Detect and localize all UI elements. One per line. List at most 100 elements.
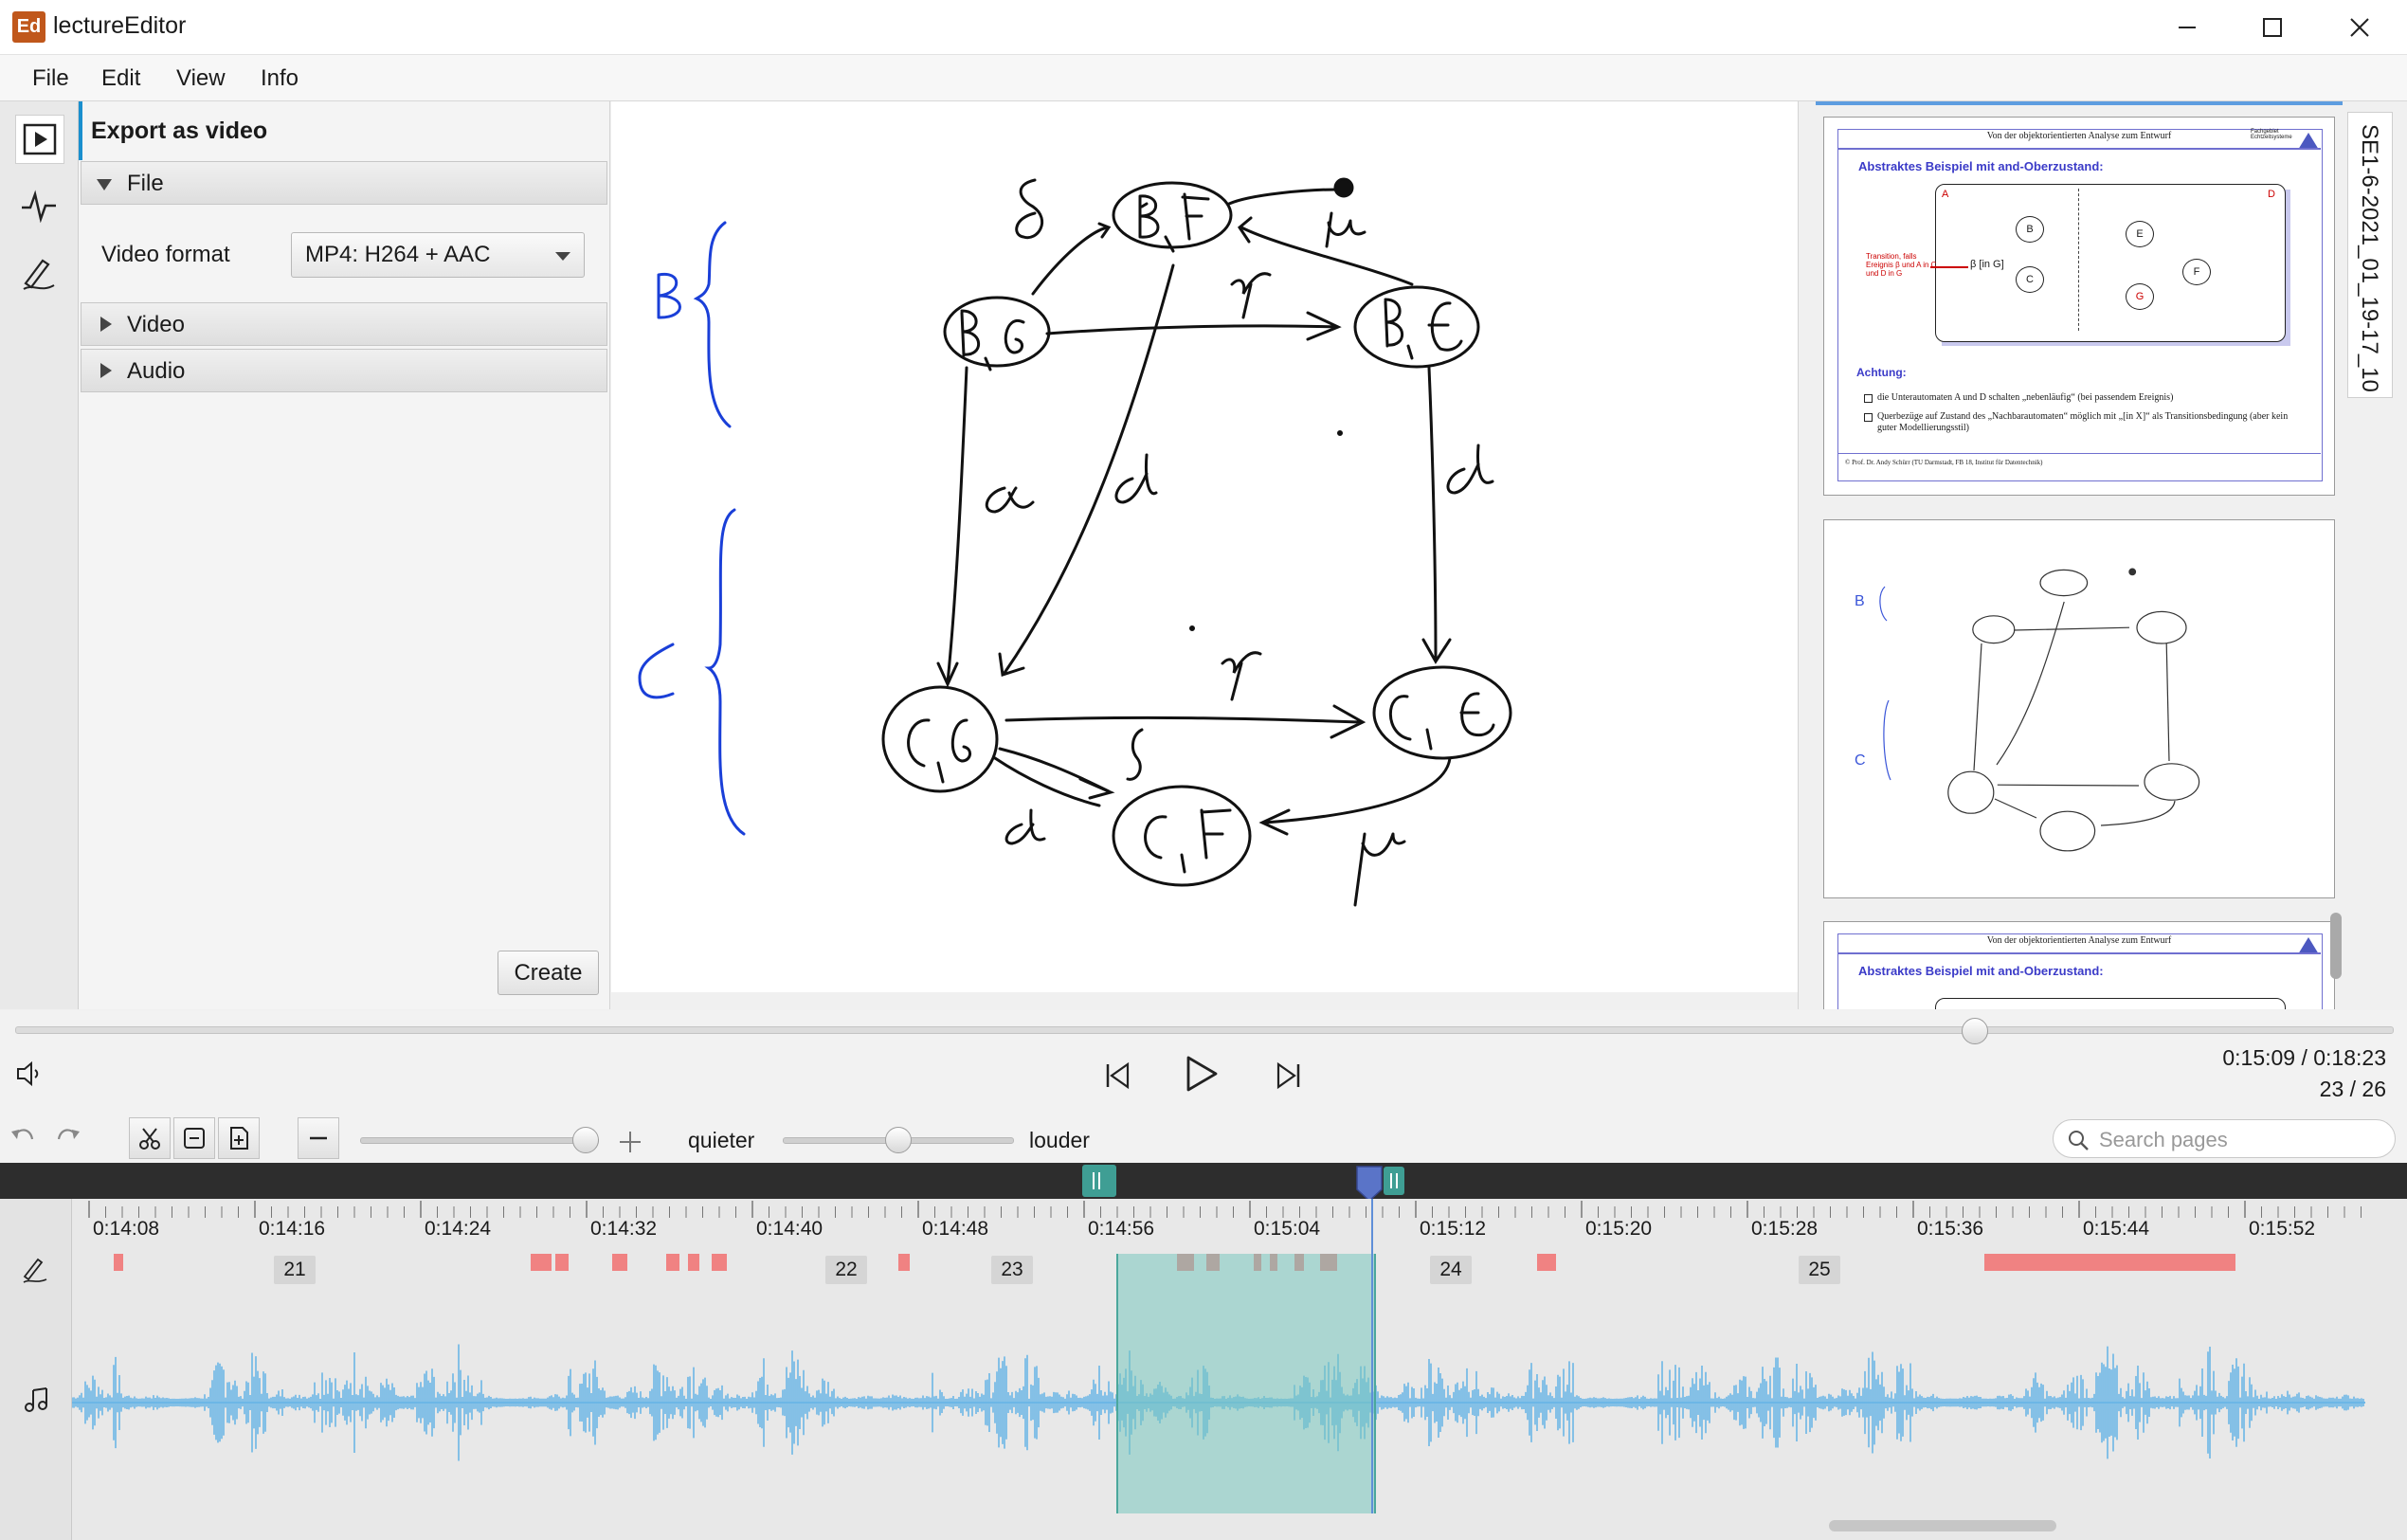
handwritten-diagram: [638, 177, 1512, 907]
ruler-tick-label: 0:14:48: [922, 1218, 989, 1240]
state-e: E: [2126, 221, 2154, 247]
svg-text:C: C: [1855, 752, 1866, 769]
ruler-tick-label: 0:15:20: [1585, 1218, 1653, 1240]
selection-start-marker[interactable]: [1082, 1165, 1116, 1197]
video-format-select[interactable]: MP4: H264 + AAC: [291, 232, 585, 278]
section-file-label: File: [127, 171, 164, 196]
page-marker[interactable]: 23: [991, 1256, 1033, 1284]
app-logo-icon: Ed: [12, 11, 45, 43]
timeline-scrollbar[interactable]: [1829, 1520, 2056, 1531]
chevron-down-icon: [555, 252, 570, 261]
annotation-event[interactable]: [1984, 1254, 2235, 1271]
tool-sidebar: [0, 101, 79, 1009]
menu-file[interactable]: File: [32, 65, 69, 92]
zoom-slider-thumb[interactable]: [572, 1127, 599, 1153]
create-button[interactable]: Create: [498, 951, 599, 995]
collapse-icon: [97, 179, 112, 190]
annotation-event[interactable]: [114, 1254, 123, 1271]
selected-region[interactable]: [1116, 1254, 1376, 1513]
region-d-label: D: [2268, 189, 2275, 200]
search-pages-input[interactable]: Search pages: [2053, 1119, 2396, 1158]
annotation-event[interactable]: [555, 1254, 569, 1271]
delete-selection-icon: [184, 1128, 205, 1149]
ruler-tick-label: 0:14:08: [93, 1218, 160, 1240]
cut-button[interactable]: [129, 1117, 171, 1159]
minimize-button[interactable]: [2145, 0, 2230, 54]
zoom-out-button[interactable]: [298, 1117, 339, 1159]
section-file-header[interactable]: File: [81, 161, 607, 205]
audio-tab[interactable]: [15, 182, 63, 229]
annotation-event[interactable]: [898, 1254, 910, 1271]
pen-track-icon: [23, 1258, 47, 1283]
volume-slider-thumb[interactable]: [885, 1127, 912, 1153]
track-headers: [0, 1199, 72, 1540]
annotation-event[interactable]: [531, 1254, 552, 1271]
handwritten-diagram-thumbnail: B C: [1855, 568, 2200, 852]
slide-logo-text: Fachgebiet Echtzeitsysteme: [2251, 129, 2292, 140]
time-display: 0:15:09 / 0:18:23: [2222, 1045, 2386, 1070]
search-icon: [2069, 1131, 2089, 1150]
pen-annotation-icon: [23, 259, 55, 290]
next-page-button[interactable]: [1275, 1061, 1303, 1095]
page-marker[interactable]: 21: [274, 1256, 316, 1284]
zoom-in-button[interactable]: [616, 1128, 644, 1161]
export-video-tab[interactable]: [15, 115, 64, 164]
slide-canvas[interactable]: [611, 101, 1798, 992]
annotation-event[interactable]: [1537, 1254, 1556, 1271]
playhead-marker[interactable]: [1355, 1165, 1384, 1203]
close-icon: [2350, 17, 2369, 37]
redo-button[interactable]: [53, 1118, 83, 1161]
cut-icon: [139, 1128, 160, 1150]
export-panel-title: Export as video: [91, 118, 268, 144]
menu-info[interactable]: Info: [261, 65, 299, 92]
delete-selection-button[interactable]: [173, 1117, 215, 1159]
quieter-label: quieter: [688, 1128, 755, 1152]
close-button[interactable]: [2317, 0, 2402, 54]
ruler-tick-label: 0:15:36: [1917, 1218, 1984, 1240]
window-title: lectureEditor: [53, 12, 187, 39]
bullet-1: die Unterautomaten A und D schalten „neb…: [1877, 392, 2174, 403]
page-marker[interactable]: 24: [1430, 1256, 1472, 1284]
undo-icon: [11, 1129, 34, 1140]
slide-header: Von der objektorientierten Analyse zum E…: [1986, 131, 2172, 141]
section-audio-header[interactable]: Audio: [81, 349, 607, 392]
playhead-line: [1371, 1199, 1373, 1513]
page-marker[interactable]: 22: [825, 1256, 867, 1284]
state-g: G: [2126, 283, 2154, 310]
previous-page-button[interactable]: [1103, 1061, 1131, 1095]
ruler-tick-label: 0:14:16: [259, 1218, 326, 1240]
seek-slider-thumb[interactable]: [1961, 1018, 1988, 1044]
music-note-icon: [25, 1387, 47, 1412]
marker-grip-icon: [1093, 1172, 1100, 1189]
zoom-slider[interactable]: [360, 1137, 599, 1144]
play-button[interactable]: [1185, 1055, 1219, 1097]
annotation-event[interactable]: [666, 1254, 679, 1271]
maximize-button[interactable]: [2230, 0, 2315, 54]
page-thumbnail[interactable]: Von der objektorientierten Analyse zum E…: [1823, 117, 2335, 496]
selection-end-marker[interactable]: [1384, 1167, 1404, 1195]
ruler-tick-label: 0:15:28: [1751, 1218, 1819, 1240]
annotation-event[interactable]: [688, 1254, 699, 1271]
undo-button[interactable]: [8, 1118, 38, 1161]
page-thumbnail[interactable]: B C: [1823, 519, 2335, 898]
section-video-header[interactable]: Video: [81, 302, 607, 346]
menu-view[interactable]: View: [176, 65, 226, 92]
minimize-icon: [2179, 26, 2196, 28]
annotation-event[interactable]: [612, 1254, 627, 1271]
volume-button[interactable]: [15, 1060, 44, 1093]
annotation-tab[interactable]: [15, 250, 63, 298]
page-thumbnail[interactable]: Von der objektorientierten Analyse zum E…: [1823, 921, 2335, 1009]
volume-icon: [17, 1060, 39, 1087]
page-marker[interactable]: 25: [1799, 1256, 1840, 1284]
menu-edit[interactable]: Edit: [101, 65, 140, 92]
thumbnail-scrollbar[interactable]: [2330, 913, 2342, 979]
slide-footer: © Prof. Dr. Andy Schürr (TU Darmstadt, F…: [1845, 459, 2043, 466]
document-tab[interactable]: SE1-6-2021_01_19-17_10: [2347, 112, 2393, 398]
annotation-event[interactable]: [712, 1254, 727, 1271]
marker-grip-icon: [1390, 1173, 1398, 1188]
seek-slider[interactable]: [15, 1026, 2394, 1034]
insert-page-button[interactable]: [218, 1117, 260, 1159]
marker-bar: [0, 1163, 2407, 1199]
svg-text:B: B: [1855, 593, 1865, 609]
document-tab-label: SE1-6-2021_01_19-17_10: [2357, 124, 2382, 392]
